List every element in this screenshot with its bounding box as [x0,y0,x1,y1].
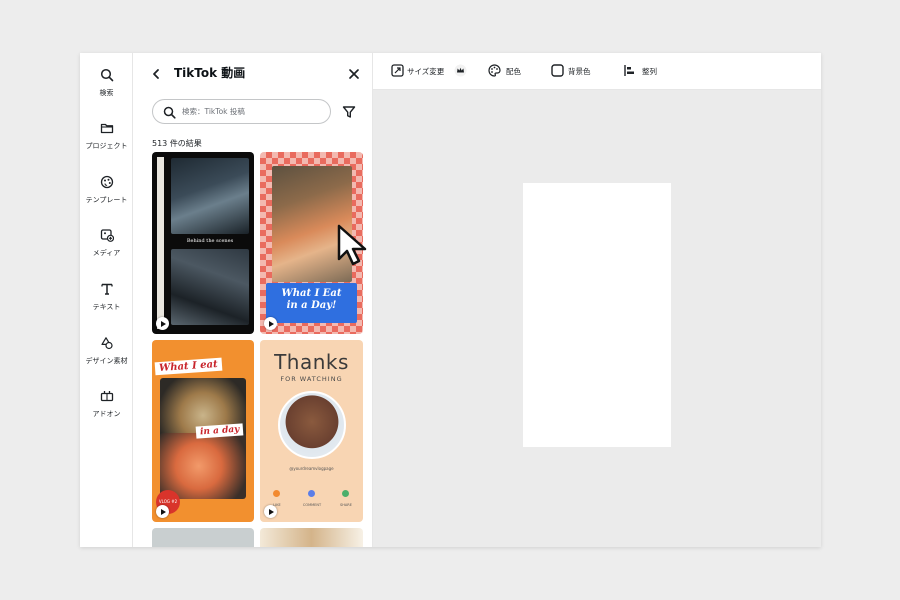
search-input[interactable] [182,104,322,119]
sidebar-item-label: テキスト [92,303,121,311]
close-icon [349,69,359,79]
search-box [152,99,331,124]
title-banner: What I Eat in a Day! [266,283,357,323]
comment-dot [308,490,315,497]
background-color-icon [551,64,564,77]
back-button[interactable] [151,65,161,84]
sidebar-item-label: デザイン素材 [85,357,128,365]
sidebar-item-label: アドオン [92,410,121,418]
color-scheme-button[interactable]: 配色 [488,63,528,79]
photo-camera-crew [171,249,249,325]
sidebar-item-label: プロジェクト [85,142,128,150]
palette-icon [488,64,501,77]
align-label: 整列 [642,67,657,76]
search-icon [163,106,176,119]
sidebar-item-label: 検索 [99,89,114,97]
sidebar-item-text[interactable]: テキスト [80,282,133,312]
play-icon [264,317,277,330]
share-label: SHARE [340,503,352,507]
resize-button[interactable]: サイズ変更 [391,63,471,79]
filter-icon [342,106,356,118]
resize-icon [391,64,404,77]
filter-button[interactable] [342,104,356,123]
editor-toolbar: サイズ変更 配色 背景色 整列 [373,53,821,90]
addon-icon [100,391,113,402]
template-title: What I eat [154,357,223,376]
background-color-label: 背景色 [568,67,591,76]
text-icon [100,283,113,295]
chevron-left-icon [153,69,159,79]
play-icon [264,505,277,518]
template-thumbnail[interactable] [260,528,363,547]
align-icon [624,65,634,76]
banner-line-2: in a Day! [286,300,337,311]
share-dot [342,490,349,497]
search-icon [100,68,113,82]
template-title: Thanks [274,350,349,374]
sidebar-rail: 検索 プロジェクト テンプレート メディア テキスト デザイン素材 アドオン [80,53,133,547]
templates-panel: TikTok 動画 513 件の結果 Behind the scenes Wha… [133,53,373,547]
sidebar-item-addons[interactable]: アドオン [80,389,133,419]
crown-icon [454,64,467,77]
template-thumbnail-behind-the-scenes[interactable]: Behind the scenes [152,152,254,334]
background-color-button[interactable]: 背景色 [551,63,599,79]
banner-line-1: What I Eat [281,288,342,299]
portrait-photo [278,391,346,459]
photo-studio [171,158,249,234]
align-button[interactable]: 整列 [623,63,663,79]
mouse-cursor-icon [337,224,367,266]
editor-canvas [373,90,821,547]
close-panel-button[interactable] [348,65,360,84]
canvas-page[interactable] [523,183,671,447]
sidebar-item-templates[interactable]: テンプレート [80,175,133,205]
comment-label: COMMENT [302,503,322,507]
template-thumbnail[interactable] [152,528,254,547]
resize-label: サイズ変更 [407,67,445,76]
play-icon [156,505,169,518]
media-icon [100,229,114,242]
sidebar-item-projects[interactable]: プロジェクト [80,121,133,151]
sidebar-item-media[interactable]: メディア [80,228,133,258]
template-subtitle: FOR WATCHING [280,375,343,383]
panel-title: TikTok 動画 [174,66,246,80]
color-scheme-label: 配色 [506,67,521,76]
template-caption: Behind the scenes [186,238,234,244]
sidebar-item-search[interactable]: 検索 [80,68,133,98]
app-window: 検索 プロジェクト テンプレート メディア テキスト デザイン素材 アドオン T… [80,53,821,547]
food-photo-salmon [160,433,246,499]
template-handle: @yourdreamvlogpage [289,466,334,471]
result-count: 513 件の結果 [152,139,202,148]
template-thumbnail-what-i-eat-orange[interactable]: What I eat in a day VLOG #2 [152,340,254,522]
like-dot [273,490,280,497]
template-thumbnail-thanks-for-watching[interactable]: Thanks FOR WATCHING @yourdreamvlogpage L… [260,340,363,522]
film-strip [157,157,164,329]
folder-icon [100,123,113,134]
shapes-icon [100,337,113,350]
play-icon [156,317,169,330]
sidebar-item-label: テンプレート [85,196,128,204]
sidebar-item-design-assets[interactable]: デザイン素材 [80,336,133,366]
sidebar-item-label: メディア [92,249,121,257]
template-icon [100,175,113,189]
